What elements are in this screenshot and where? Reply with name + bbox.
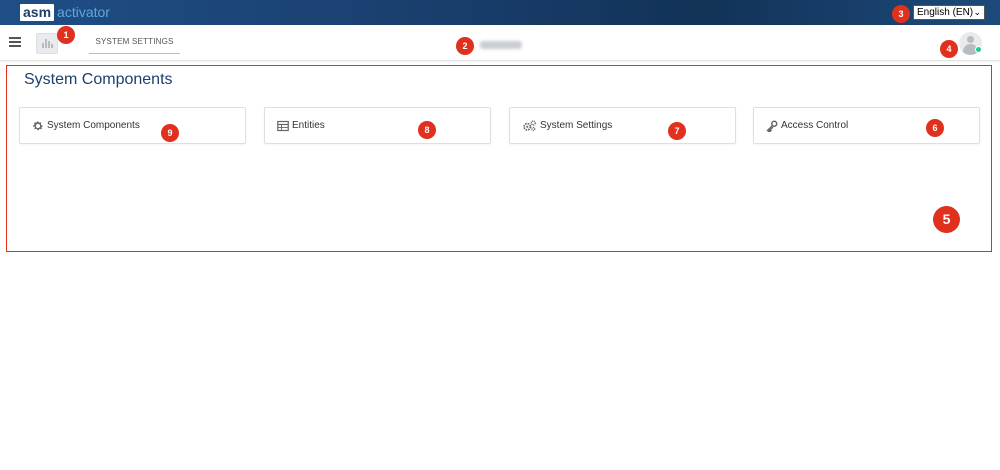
annotation-marker-3: 3 — [892, 5, 910, 23]
logo-asm-text: asm — [20, 4, 55, 21]
language-select[interactable]: English (EN) ⌄ — [913, 5, 985, 20]
annotation-marker-1: 1 — [57, 26, 75, 44]
main-content: System Components System Components Enti… — [6, 65, 992, 252]
logo-product-text: activator — [57, 4, 110, 20]
annotation-marker-6: 6 — [926, 119, 944, 137]
blurred-text — [480, 41, 522, 49]
annotation-marker-5: 5 — [933, 206, 960, 233]
gear-icon — [31, 119, 45, 133]
app-header: asm activator English (EN) ⌄ — [0, 0, 1000, 25]
language-value: English (EN) — [917, 7, 974, 18]
card-label: System Settings — [540, 120, 613, 131]
annotation-marker-2: 2 — [456, 37, 474, 55]
online-status-indicator — [975, 46, 982, 53]
gears-icon — [521, 119, 538, 133]
annotation-marker-9: 9 — [161, 124, 179, 142]
annotation-marker-8: 8 — [418, 121, 436, 139]
card-label: System Components — [47, 120, 140, 131]
card-system-components[interactable]: System Components — [19, 107, 246, 144]
dashboard-chart-button[interactable] — [36, 33, 58, 54]
annotation-marker-7: 7 — [668, 122, 686, 140]
app-logo[interactable]: asm activator — [20, 4, 110, 21]
card-access-control[interactable]: Access Control — [753, 107, 980, 144]
toolbar: SYSTEM SETTINGS — [0, 25, 1000, 61]
card-label: Entities — [292, 120, 325, 131]
tab-system-settings[interactable]: SYSTEM SETTINGS — [89, 33, 180, 54]
menu-icon[interactable] — [9, 37, 21, 47]
card-system-settings[interactable]: System Settings — [509, 107, 736, 144]
chevron-down-icon: ⌄ — [973, 7, 981, 17]
card-entities[interactable]: Entities — [264, 107, 491, 144]
table-icon — [276, 119, 290, 133]
card-label: Access Control — [781, 120, 849, 131]
page-title: System Components — [24, 71, 173, 88]
key-icon — [765, 119, 779, 133]
annotation-marker-4: 4 — [940, 40, 958, 58]
